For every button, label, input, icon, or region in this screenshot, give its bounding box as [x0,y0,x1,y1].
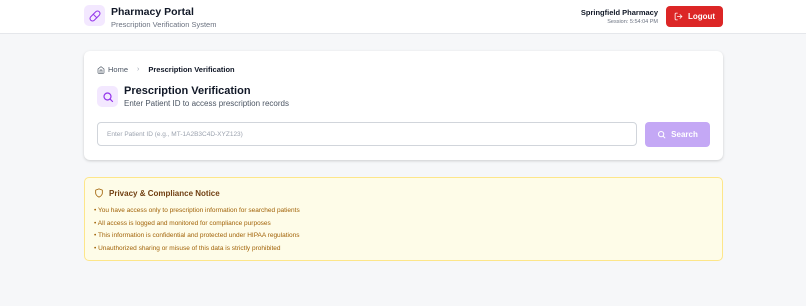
patient-id-input[interactable] [97,122,637,146]
app-subtitle: Prescription Verification System [111,20,217,29]
app-title: Pharmacy Portal [111,6,194,18]
shield-icon [95,188,103,198]
notice-item: You have access only to prescription inf… [94,205,300,218]
app-logo [84,5,105,26]
notice-title: Privacy & Compliance Notice [109,188,220,198]
notice-item: All access is logged and monitored for c… [94,218,300,231]
logout-label: Logout [687,12,716,21]
notice-header: Privacy & Compliance Notice [94,188,220,198]
privacy-notice: Privacy & Compliance Notice You have acc… [84,177,723,261]
pharmacy-name: Springfield Pharmacy [580,8,658,17]
pill-icon [89,10,100,21]
search-icon [658,131,666,139]
breadcrumb-current: Prescription Verification [148,65,235,74]
breadcrumb: Home › Prescription Verification [97,65,235,74]
search-button-label: Search [671,130,698,139]
chevron-right-icon: › [137,66,140,73]
page-title: Prescription Verification [124,85,251,97]
notice-item: Unauthorized sharing or misuse of this d… [94,243,300,256]
search-icon [102,91,113,102]
app-header: Pharmacy Portal Prescription Verificatio… [0,0,806,34]
verification-card: Home › Prescription Verification Prescri… [84,51,723,160]
session-time: Session: 5:54:04 PM [607,19,658,25]
home-icon [97,65,105,74]
section-icon-box [97,86,118,107]
breadcrumb-home-label: Home [108,65,129,74]
logout-icon [674,12,683,21]
notice-list: You have access only to prescription inf… [94,205,300,255]
search-button[interactable]: Search [645,122,710,147]
page-subtitle: Enter Patient ID to access prescription … [124,99,289,108]
breadcrumb-home[interactable]: Home [97,65,128,74]
logout-button[interactable]: Logout [666,6,723,27]
notice-item: This information is confidential and pro… [94,230,300,243]
